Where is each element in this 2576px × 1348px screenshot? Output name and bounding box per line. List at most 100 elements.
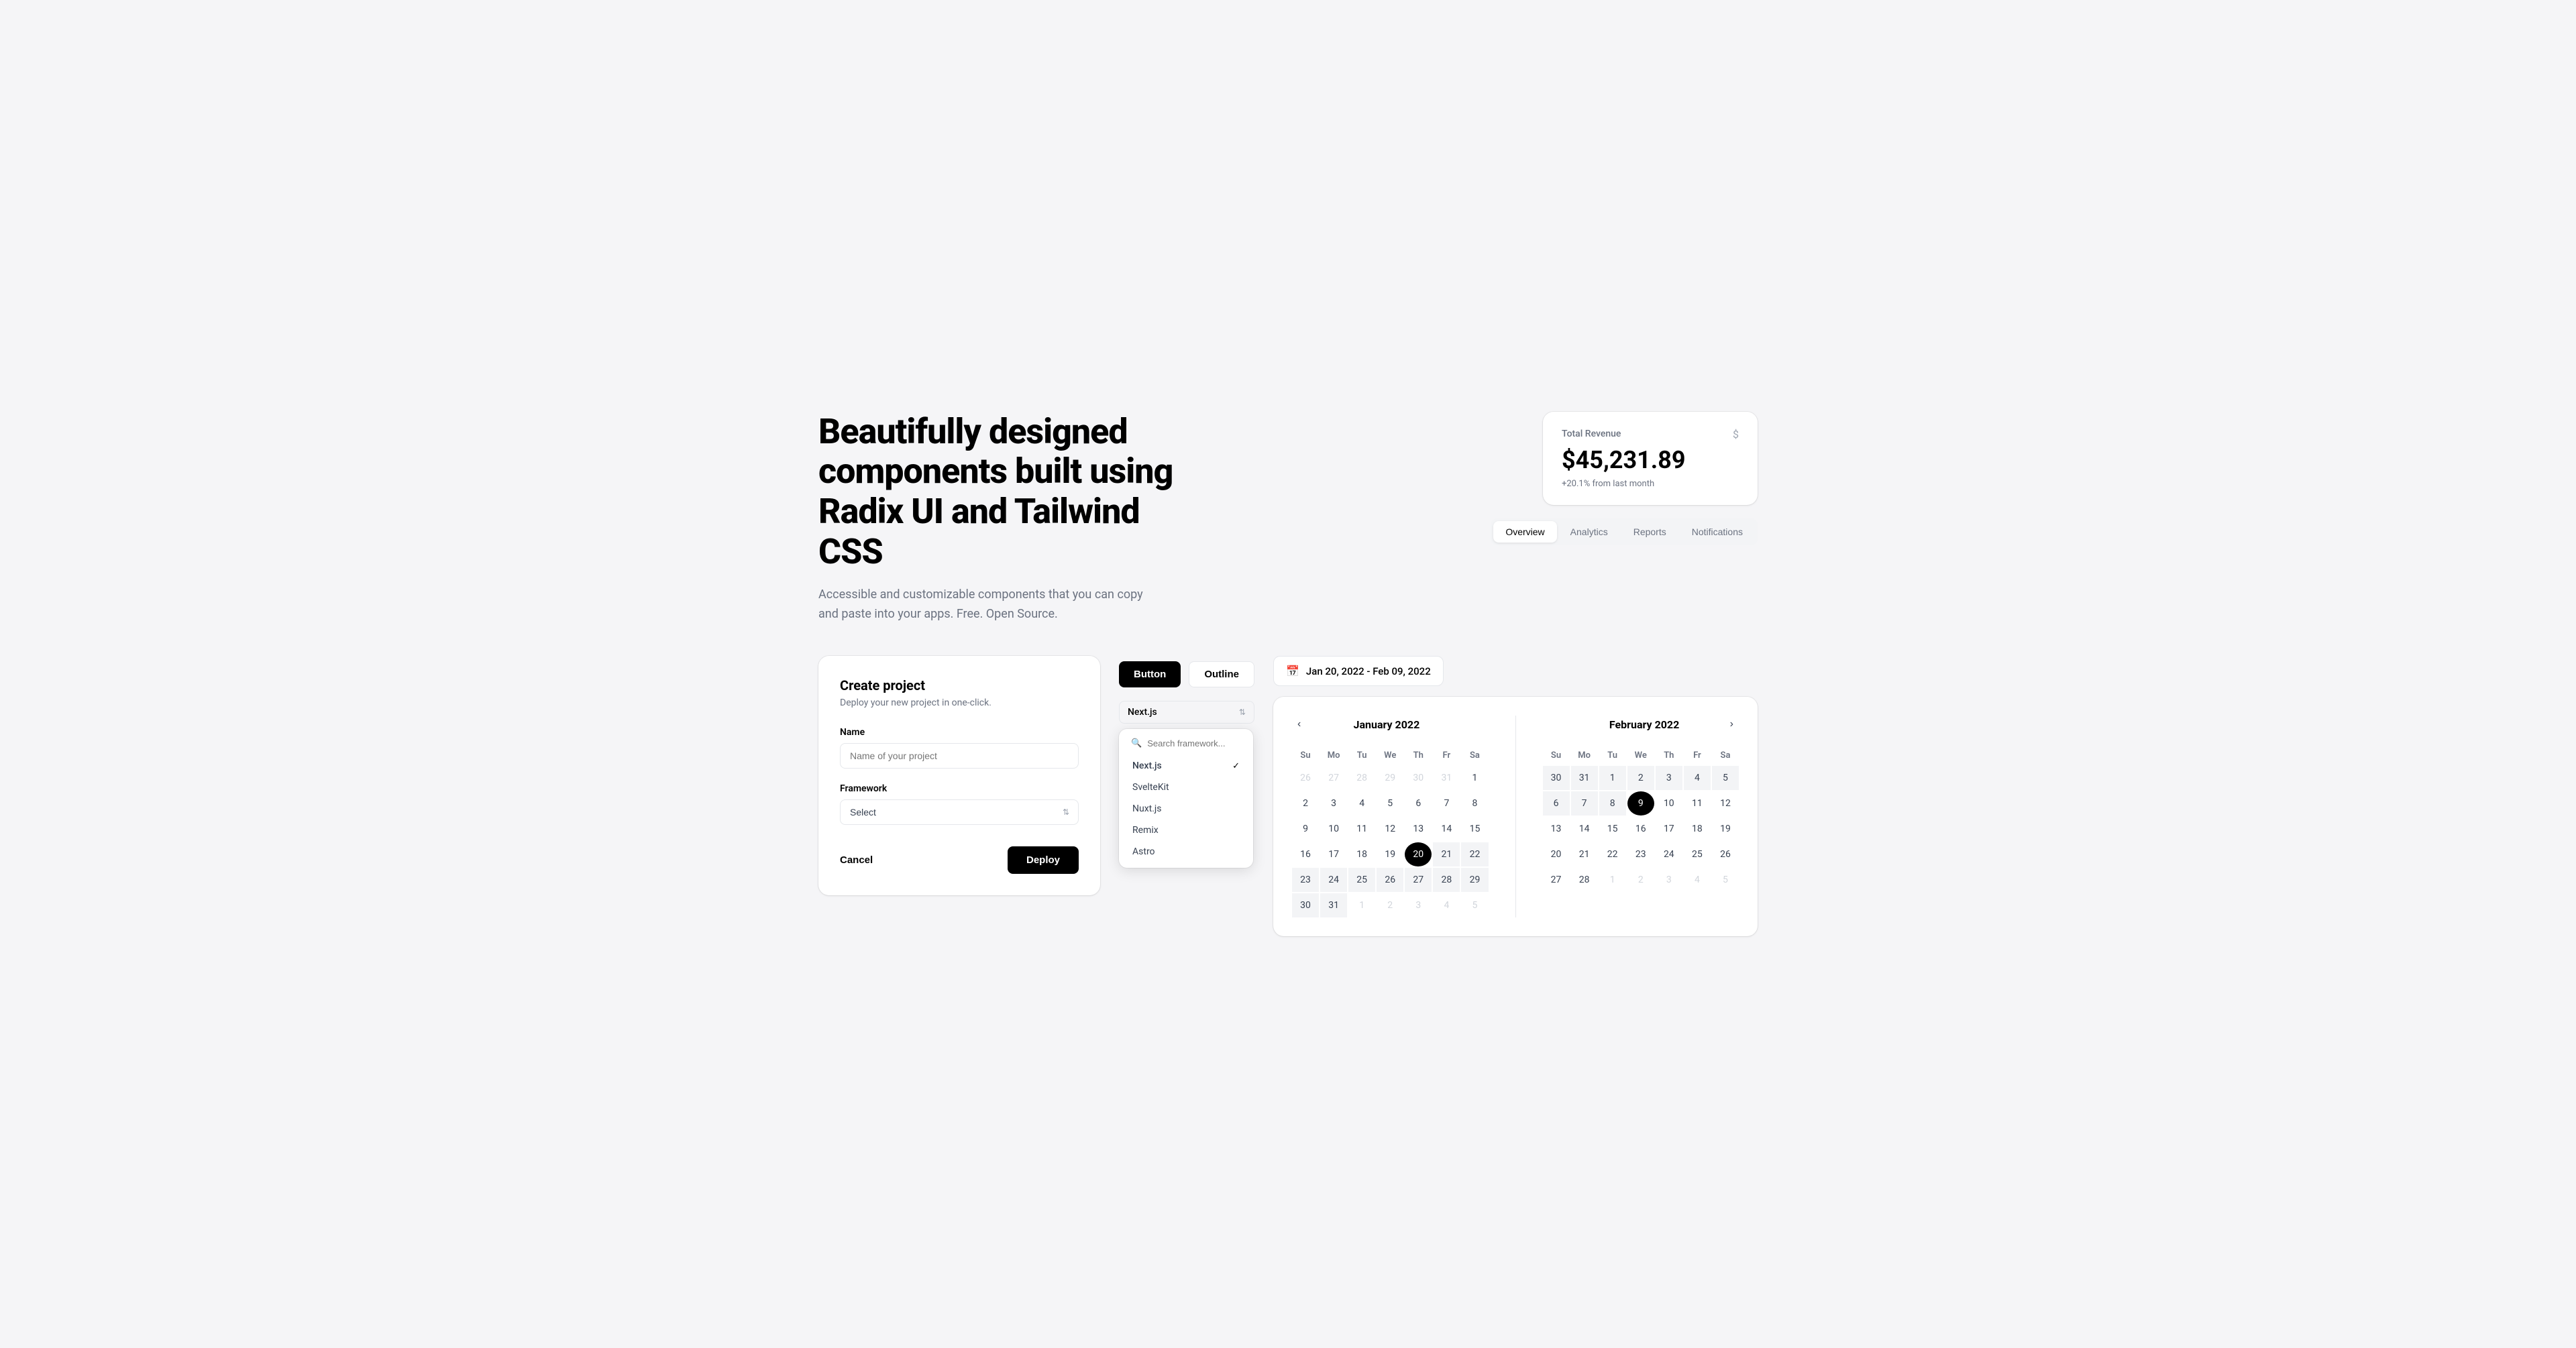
feb-day-10[interactable]: 10 [1656, 791, 1682, 816]
feb-day-14[interactable]: 14 [1571, 817, 1598, 841]
jan-day-6[interactable]: 6 [1405, 791, 1432, 816]
demo-filled-button[interactable]: Button [1119, 661, 1181, 687]
feb-day-31-prev[interactable]: 31 [1571, 766, 1598, 790]
tab-reports[interactable]: Reports [1621, 521, 1678, 543]
jan-day-29-prev[interactable]: 29 [1377, 766, 1403, 790]
feb-day-22[interactable]: 22 [1599, 842, 1626, 866]
jan-day-10[interactable]: 10 [1320, 817, 1347, 841]
feb-day-4[interactable]: 4 [1684, 766, 1711, 790]
deploy-button[interactable]: Deploy [1008, 846, 1079, 874]
jan-day-4-next[interactable]: 4 [1433, 893, 1460, 917]
jan-day-5-next[interactable]: 5 [1461, 893, 1488, 917]
jan-day-26[interactable]: 26 [1377, 868, 1403, 892]
dropdown-item-nuxtjs[interactable]: Nuxt.js [1124, 798, 1248, 820]
feb-day-8[interactable]: 8 [1599, 791, 1626, 816]
feb-day-25[interactable]: 25 [1684, 842, 1711, 866]
feb-day-19[interactable]: 19 [1712, 817, 1739, 841]
feb-day-3-next[interactable]: 3 [1656, 868, 1682, 892]
feb-day-7[interactable]: 7 [1571, 791, 1598, 816]
jan-day-31[interactable]: 31 [1320, 893, 1347, 917]
demo-outline-button[interactable]: Outline [1189, 661, 1254, 687]
jan-day-29[interactable]: 29 [1461, 868, 1488, 892]
revenue-header: Total Revenue $ [1562, 428, 1739, 441]
feb-day-24[interactable]: 24 [1656, 842, 1682, 866]
jan-day-28-prev[interactable]: 28 [1348, 766, 1375, 790]
tab-analytics[interactable]: Analytics [1558, 521, 1620, 543]
jan-day-1-next[interactable]: 1 [1348, 893, 1375, 917]
jan-day-3-next[interactable]: 3 [1405, 893, 1432, 917]
dropdown-item-nextjs[interactable]: Next.js ✓ [1124, 755, 1248, 777]
feb-day-12[interactable]: 12 [1712, 791, 1739, 816]
feb-day-3[interactable]: 3 [1656, 766, 1682, 790]
jan-day-8[interactable]: 8 [1461, 791, 1488, 816]
jan-day-20-rangestart[interactable]: 20 [1405, 842, 1432, 866]
jan-day-15[interactable]: 15 [1461, 817, 1488, 841]
jan-day-11[interactable]: 11 [1348, 817, 1375, 841]
feb-day-2[interactable]: 2 [1627, 766, 1654, 790]
tab-overview[interactable]: Overview [1493, 521, 1556, 543]
feb-day-13[interactable]: 13 [1543, 817, 1570, 841]
jan-day-26-prev[interactable]: 26 [1292, 766, 1319, 790]
cancel-button[interactable]: Cancel [840, 848, 873, 873]
jan-day-27[interactable]: 27 [1405, 868, 1432, 892]
dropdown-item-sveltekit[interactable]: SvelteKit [1124, 777, 1248, 798]
jan-day-14[interactable]: 14 [1433, 817, 1460, 841]
jan-day-25[interactable]: 25 [1348, 868, 1375, 892]
framework-dropdown-header[interactable]: Next.js ⇅ [1119, 701, 1254, 724]
jan-day-30-prev[interactable]: 30 [1405, 766, 1432, 790]
calendar-section: 📅 Jan 20, 2022 - Feb 09, 2022 ‹ January … [1273, 656, 1758, 936]
feb-day-9-rangeend[interactable]: 9 [1627, 791, 1654, 816]
jan-day-23[interactable]: 23 [1292, 868, 1319, 892]
project-name-input[interactable] [840, 743, 1079, 769]
feb-day-28[interactable]: 28 [1571, 868, 1598, 892]
jan-day-2-next[interactable]: 2 [1377, 893, 1403, 917]
feb-day-16[interactable]: 16 [1627, 817, 1654, 841]
feb-day-26[interactable]: 26 [1712, 842, 1739, 866]
feb-day-4-next[interactable]: 4 [1684, 868, 1711, 892]
jan-day-2[interactable]: 2 [1292, 791, 1319, 816]
dropdown-item-remix[interactable]: Remix [1124, 820, 1248, 841]
feb-day-6[interactable]: 6 [1543, 791, 1570, 816]
jan-day-16[interactable]: 16 [1292, 842, 1319, 866]
jan-day-24[interactable]: 24 [1320, 868, 1347, 892]
feb-day-20[interactable]: 20 [1543, 842, 1570, 866]
feb-day-11[interactable]: 11 [1684, 791, 1711, 816]
feb-day-5-next[interactable]: 5 [1712, 868, 1739, 892]
jan-day-18[interactable]: 18 [1348, 842, 1375, 866]
framework-select[interactable]: Select Next.js SvelteKit Nuxt.js Remix A… [840, 799, 1079, 825]
jan-day-27-prev[interactable]: 27 [1320, 766, 1347, 790]
jan-day-12[interactable]: 12 [1377, 817, 1403, 841]
jan-day-9[interactable]: 9 [1292, 817, 1319, 841]
feb-day-1[interactable]: 1 [1599, 766, 1626, 790]
jan-day-21[interactable]: 21 [1433, 842, 1460, 866]
feb-day-1-next[interactable]: 1 [1599, 868, 1626, 892]
feb-day-17[interactable]: 17 [1656, 817, 1682, 841]
feb-day-27[interactable]: 27 [1543, 868, 1570, 892]
hero-section: Beautifully designed components built us… [818, 412, 1758, 624]
feb-day-21[interactable]: 21 [1571, 842, 1598, 866]
jan-day-19[interactable]: 19 [1377, 842, 1403, 866]
dropdown-item-astro[interactable]: Astro [1124, 841, 1248, 862]
jan-day-5[interactable]: 5 [1377, 791, 1403, 816]
next-month-button[interactable]: › [1725, 716, 1739, 733]
jan-day-13[interactable]: 13 [1405, 817, 1432, 841]
date-range-picker[interactable]: 📅 Jan 20, 2022 - Feb 09, 2022 [1273, 656, 1444, 686]
jan-day-17[interactable]: 17 [1320, 842, 1347, 866]
feb-day-18[interactable]: 18 [1684, 817, 1711, 841]
jan-day-3[interactable]: 3 [1320, 791, 1347, 816]
jan-day-7[interactable]: 7 [1433, 791, 1460, 816]
jan-day-4[interactable]: 4 [1348, 791, 1375, 816]
prev-month-button[interactable]: ‹ [1292, 716, 1306, 733]
feb-day-30-prev[interactable]: 30 [1543, 766, 1570, 790]
jan-day-1[interactable]: 1 [1461, 766, 1488, 790]
jan-day-30[interactable]: 30 [1292, 893, 1319, 917]
framework-search-input[interactable] [1147, 738, 1265, 748]
feb-day-2-next[interactable]: 2 [1627, 868, 1654, 892]
feb-day-5[interactable]: 5 [1712, 766, 1739, 790]
jan-day-22[interactable]: 22 [1461, 842, 1488, 866]
jan-day-31-prev[interactable]: 31 [1433, 766, 1460, 790]
jan-day-28[interactable]: 28 [1433, 868, 1460, 892]
feb-day-15[interactable]: 15 [1599, 817, 1626, 841]
feb-day-23[interactable]: 23 [1627, 842, 1654, 866]
tab-notifications[interactable]: Notifications [1680, 521, 1755, 543]
